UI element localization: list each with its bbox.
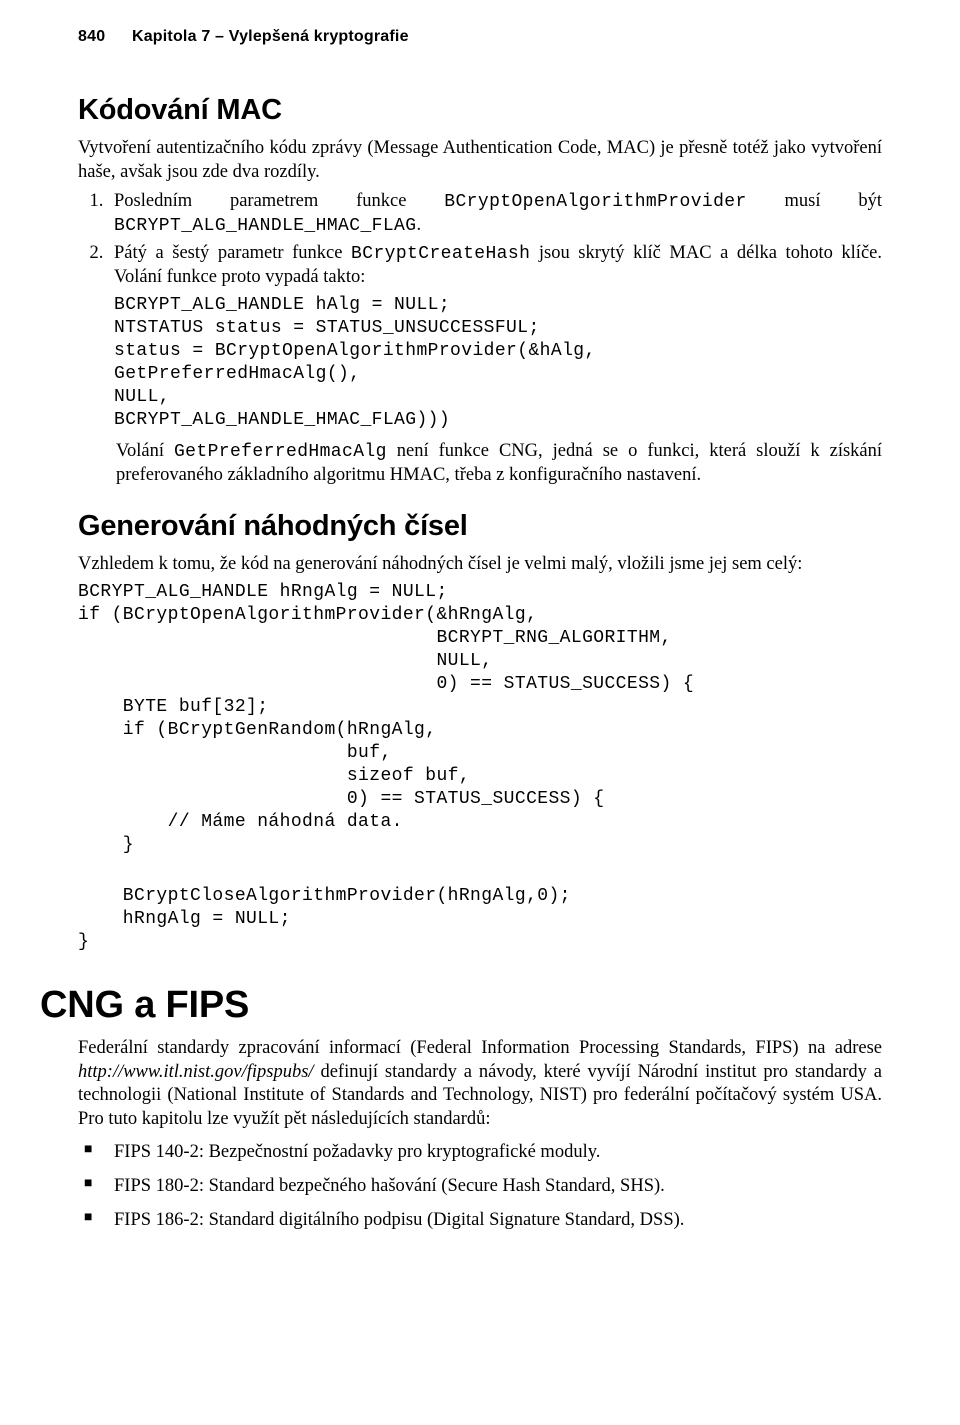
li1-code-a: BCryptOpenAlgorithmProvider	[444, 192, 746, 212]
code-block-random-2: BCryptCloseAlgorithmProvider(hRngAlg,0);…	[78, 885, 882, 954]
list-item-1: Posledním parametrem funkce BCryptOpenAl…	[108, 190, 882, 238]
para-random-intro: Vzhledem k tomu, že kód na generování ná…	[78, 553, 882, 577]
bullet-item: FIPS 180-2: Standard bezpečného hašování…	[78, 1174, 882, 1198]
fips-text-a: Federální standardy zpracování informací…	[78, 1038, 882, 1058]
heading-cng-fips: CNG a FIPS	[40, 984, 882, 1027]
li1-text-c: .	[416, 215, 421, 235]
page-number: 840	[78, 28, 105, 45]
running-title: Kapitola 7 – Vylepšená kryptografie	[132, 28, 409, 45]
li1-text-a: Posledním parametrem funkce	[114, 191, 444, 211]
para-fips: Federální standardy zpracování informací…	[78, 1037, 882, 1132]
bullet-item: FIPS 140-2: Bezpečnostní požadavky pro k…	[78, 1140, 882, 1164]
page: 840 Kapitola 7 – Vylepšená kryptografie …	[0, 0, 960, 1425]
code-block-random-1: BCRYPT_ALG_HANDLE hRngAlg = NULL; if (BC…	[78, 581, 882, 857]
list-item-2: Pátý a šestý parametr funkce BCryptCreat…	[108, 242, 882, 432]
outro-a: Volání	[116, 441, 174, 461]
para-mac-outro: Volání GetPreferredHmacAlg není funkce C…	[116, 440, 882, 488]
li1-code-b: BCRYPT_ALG_HANDLE_HMAC_FLAG	[114, 216, 416, 236]
fips-url: http://www.itl.nist.gov/fipspubs/	[78, 1062, 314, 1082]
running-header: 840 Kapitola 7 – Vylepšená kryptografie	[78, 28, 882, 46]
numbered-list: Posledním parametrem funkce BCryptOpenAl…	[78, 190, 882, 432]
code-block-hmac: BCRYPT_ALG_HANDLE hAlg = NULL; NTSTATUS …	[114, 294, 882, 432]
outro-code: GetPreferredHmacAlg	[174, 442, 387, 462]
heading-kodovani-mac: Kódování MAC	[78, 94, 882, 127]
li1-text-b: musí být	[747, 191, 882, 211]
li2-text-a: Pátý a šestý parametr funkce	[114, 243, 351, 263]
li2-code-a: BCryptCreateHash	[351, 244, 530, 264]
para-mac-intro: Vytvoření autentizačního kódu zprávy (Me…	[78, 137, 882, 184]
heading-random: Generování náhodných čísel	[78, 510, 882, 543]
bullet-item: FIPS 186-2: Standard digitálního podpisu…	[78, 1208, 882, 1232]
bullet-list-fips: FIPS 140-2: Bezpečnostní požadavky pro k…	[78, 1140, 882, 1232]
